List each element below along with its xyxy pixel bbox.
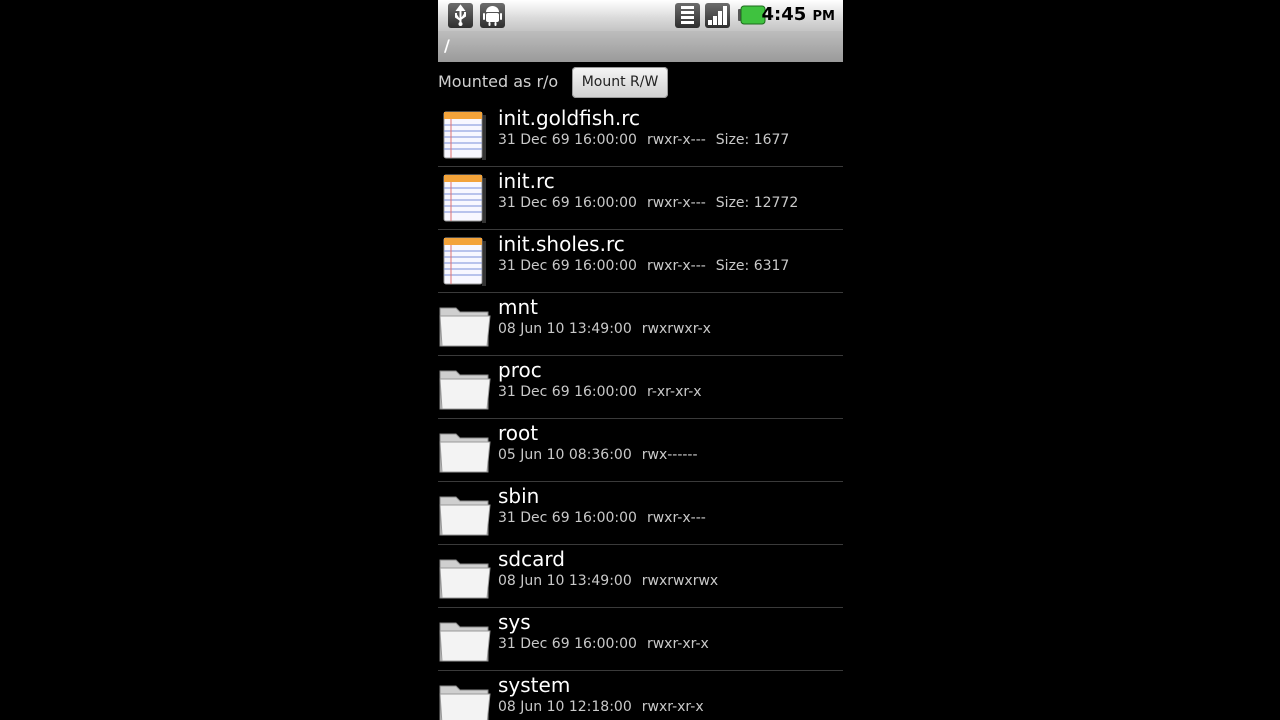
folder-icon: [438, 424, 492, 476]
file-permissions: rwxrwxr-x: [641, 321, 711, 337]
file-size: Size: 1677: [715, 132, 790, 148]
file-name: mnt: [498, 295, 538, 319]
file-permissions: rwxr-xr-x: [646, 636, 709, 652]
file-manager-screen: 4:45 PM / Mounted as r/o Mount R/W init.…: [438, 0, 843, 720]
file-name: sdcard: [498, 547, 565, 571]
mount-row: Mounted as r/o Mount R/W: [438, 62, 843, 104]
current-path: /: [444, 36, 450, 55]
path-bar: /: [438, 31, 843, 62]
folder-icon: [438, 676, 492, 720]
file-date: 05 Jun 10 08:36:00: [498, 447, 632, 463]
file-name: proc: [498, 358, 542, 382]
file-list-item[interactable]: mnt 08 Jun 10 13:49:00 rwxrwxr-x: [438, 293, 843, 356]
text-file-icon: [438, 109, 492, 161]
file-name: root: [498, 421, 539, 445]
file-list: init.goldfish.rc 31 Dec 69 16:00:00 rwxr-x…: [438, 104, 843, 720]
file-list-item[interactable]: system 08 Jun 10 12:18:00 rwxr-xr-x: [438, 671, 843, 720]
folder-icon: [438, 487, 492, 539]
folder-icon: [438, 550, 492, 602]
mount-rw-button[interactable]: Mount R/W: [572, 67, 668, 98]
text-file-icon: [438, 172, 492, 224]
file-list-item[interactable]: root 05 Jun 10 08:36:00 rwx------: [438, 419, 843, 482]
android-debug-icon: [480, 3, 505, 28]
file-list-item[interactable]: proc 31 Dec 69 16:00:00 r-xr-xr-x: [438, 356, 843, 419]
file-meta: 31 Dec 69 16:00:00 rwxr-x--- Size: 1677: [498, 132, 799, 148]
file-date: 31 Dec 69 16:00:00: [498, 636, 637, 652]
file-size: Size: 12772: [715, 195, 799, 211]
file-meta: 31 Dec 69 16:00:00 rwxr-x---: [498, 510, 716, 526]
file-permissions: r-xr-xr-x: [646, 384, 702, 400]
file-name: init.rc: [498, 169, 555, 193]
file-list-item[interactable]: sbin 31 Dec 69 16:00:00 rwxr-x---: [438, 482, 843, 545]
file-date: 08 Jun 10 13:49:00: [498, 321, 632, 337]
signal-icon: [705, 3, 730, 28]
file-permissions: rwxr-xr-x: [641, 699, 704, 715]
file-list-item[interactable]: init.sholes.rc 31 Dec 69 16:00:00 rwxr-x--…: [438, 230, 843, 293]
file-date: 31 Dec 69 16:00:00: [498, 384, 637, 400]
file-meta: 08 Jun 10 13:49:00 rwxrwxrwx: [498, 573, 728, 589]
file-list-item[interactable]: init.rc 31 Dec 69 16:00:00 rwxr-x--- Size: …: [438, 167, 843, 230]
usb-icon: [448, 3, 473, 28]
file-meta: 08 Jun 10 12:18:00 rwxr-xr-x: [498, 699, 714, 715]
file-date: 31 Dec 69 16:00:00: [498, 258, 637, 274]
file-size: Size: 6317: [715, 258, 790, 274]
mount-status-label: Mounted as r/o: [438, 72, 559, 91]
clock: 4:45 PM: [761, 4, 835, 25]
file-meta: 31 Dec 69 16:00:00 rwxr-xr-x: [498, 636, 719, 652]
file-meta: 31 Dec 69 16:00:00 rwxr-x--- Size: 12772: [498, 195, 808, 211]
file-meta: 31 Dec 69 16:00:00 rwxr-x--- Size: 6317: [498, 258, 799, 274]
file-permissions: rwxr-x---: [646, 510, 706, 526]
file-list-item[interactable]: sys 31 Dec 69 16:00:00 rwxr-xr-x: [438, 608, 843, 671]
file-date: 08 Jun 10 13:49:00: [498, 573, 632, 589]
file-meta: 08 Jun 10 13:49:00 rwxrwxr-x: [498, 321, 721, 337]
folder-icon: [438, 361, 492, 413]
file-name: init.goldfish.rc: [498, 106, 641, 130]
wifi-icon: [675, 3, 700, 28]
text-file-icon: [438, 235, 492, 287]
file-date: 31 Dec 69 16:00:00: [498, 132, 637, 148]
file-name: sbin: [498, 484, 540, 508]
folder-icon: [438, 298, 492, 350]
file-permissions: rwxr-x---: [646, 258, 706, 274]
file-date: 31 Dec 69 16:00:00: [498, 510, 637, 526]
file-permissions: rwxrwxrwx: [641, 573, 719, 589]
file-list-item[interactable]: sdcard 08 Jun 10 13:49:00 rwxrwxrwx: [438, 545, 843, 608]
file-name: system: [498, 673, 571, 697]
file-meta: 05 Jun 10 08:36:00 rwx------: [498, 447, 708, 463]
file-name: init.sholes.rc: [498, 232, 625, 256]
file-date: 31 Dec 69 16:00:00: [498, 195, 637, 211]
file-permissions: rwx------: [641, 447, 698, 463]
status-bar: 4:45 PM: [438, 0, 843, 31]
file-meta: 31 Dec 69 16:00:00 r-xr-xr-x: [498, 384, 712, 400]
folder-icon: [438, 613, 492, 665]
file-date: 08 Jun 10 12:18:00: [498, 699, 632, 715]
file-list-item[interactable]: init.goldfish.rc 31 Dec 69 16:00:00 rwxr-x…: [438, 104, 843, 167]
file-permissions: rwxr-x---: [646, 132, 706, 148]
file-permissions: rwxr-x---: [646, 195, 706, 211]
file-name: sys: [498, 610, 531, 634]
